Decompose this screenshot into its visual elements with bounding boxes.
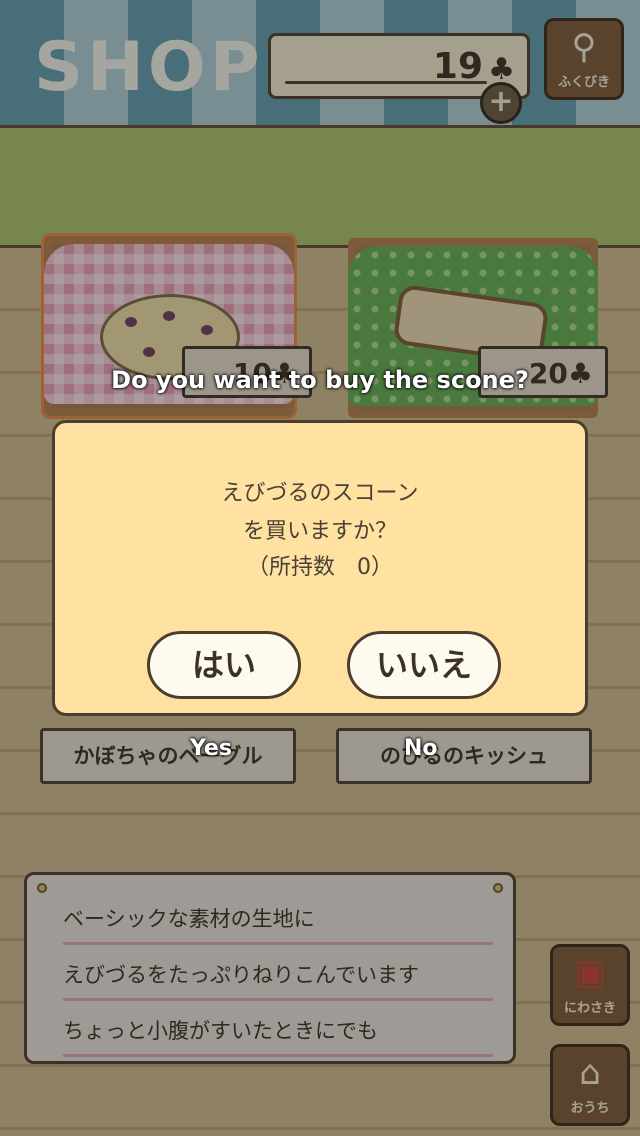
dialog-owned-count: （所持数 0） bbox=[247, 555, 393, 580]
purchase-dialog: えびづるのスコーン を買いますか？ （所持数 0） はい いいえ bbox=[52, 420, 588, 716]
no-button[interactable]: いいえ bbox=[347, 631, 501, 699]
overlay-question: Do you want to buy the scone? bbox=[111, 366, 529, 394]
yes-button[interactable]: はい bbox=[147, 631, 301, 699]
overlay-no: No bbox=[404, 736, 438, 761]
dialog-question: を買いますか？ bbox=[242, 519, 397, 544]
dialog-item-name: えびづるのスコーン bbox=[221, 481, 419, 506]
overlay-yes: Yes bbox=[190, 736, 232, 761]
